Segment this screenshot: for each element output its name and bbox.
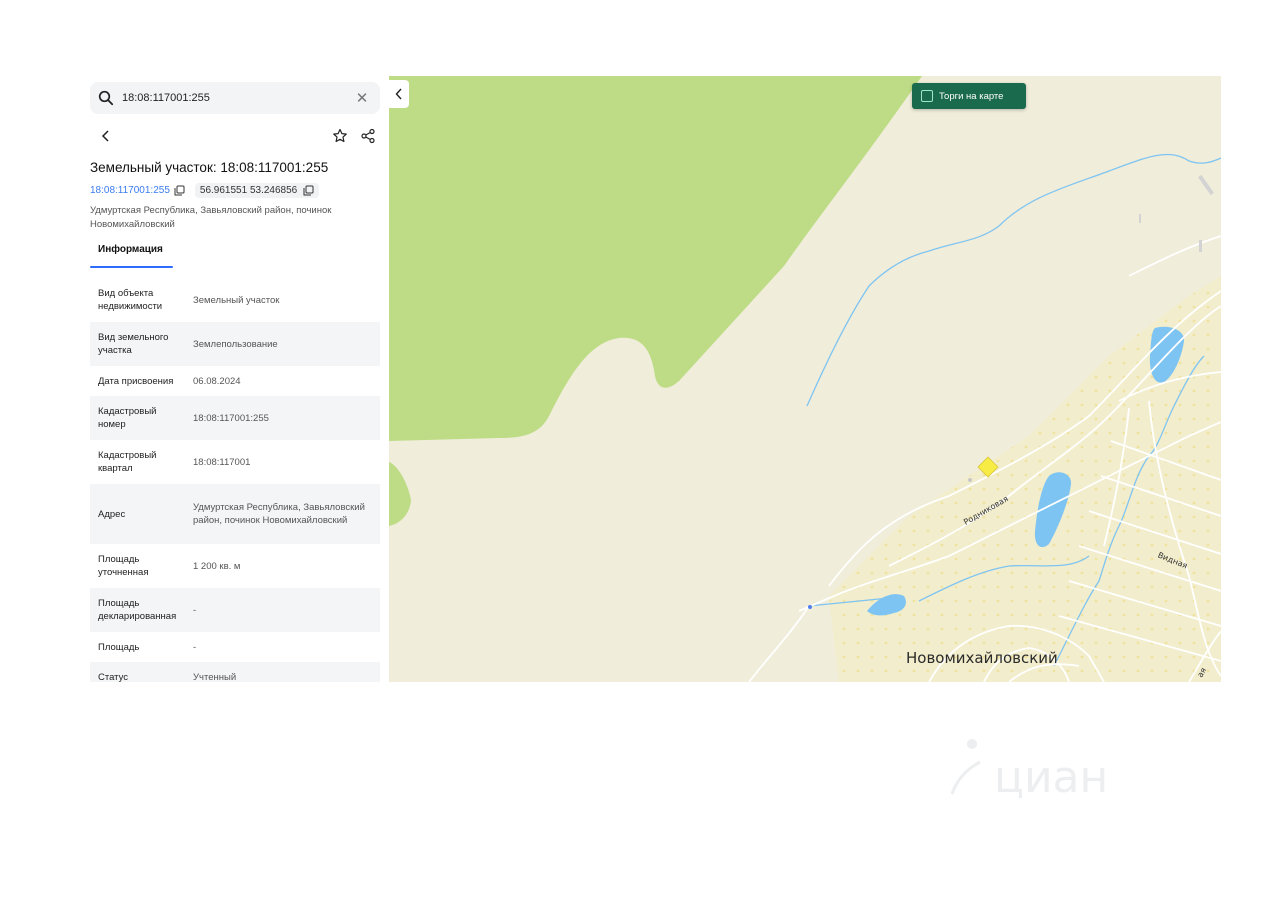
watermark-logo: циан xyxy=(950,739,1108,803)
row-value: Учтенный xyxy=(193,671,237,683)
row-label: Кадастровый квартал xyxy=(98,450,157,474)
favorite-button[interactable] xyxy=(328,124,352,148)
row-value: - xyxy=(193,604,197,616)
share-icon xyxy=(361,128,375,144)
forest-patch xyxy=(389,462,411,526)
active-tab-indicator xyxy=(90,266,173,268)
chevron-left-icon xyxy=(395,88,402,100)
row-value: Удмуртская Республика, Завьяловский райо… xyxy=(193,502,365,526)
search-icon xyxy=(98,90,114,106)
row-label: Площадь xyxy=(98,641,140,653)
table-row: Площадь - xyxy=(90,632,380,662)
row-label: Площадь уточненная xyxy=(98,554,149,578)
coordinates-chip[interactable]: 56.961551 53.246856 xyxy=(194,182,320,198)
watermark-text: циан xyxy=(994,752,1108,803)
panel-toolbar xyxy=(90,122,382,150)
point-marker xyxy=(968,478,972,482)
map-canvas[interactable] xyxy=(389,76,1221,682)
search-bar[interactable]: 18:08:117001:255 ✕ xyxy=(90,82,380,114)
row-value: Земельный участок xyxy=(193,294,280,306)
table-row: Адрес Удмуртская Республика, Завьяловский… xyxy=(90,484,380,544)
tab-information[interactable]: Информация xyxy=(98,244,163,255)
torgi-checkbox[interactable] xyxy=(921,90,933,102)
row-label: Вид объекта недвижимости xyxy=(98,288,163,312)
copy-icon[interactable] xyxy=(303,185,314,196)
row-value: Землепользование xyxy=(193,338,278,350)
table-row: Дата присвоения 06.08.2024 xyxy=(90,366,380,396)
row-label: Площадь декларированная xyxy=(98,598,177,622)
object-info-panel: 18:08:117001:255 ✕ Земельный участок: 18… xyxy=(82,76,389,682)
object-identifiers: 18:08:117001:255 56.961551 53.246856 xyxy=(90,181,320,199)
share-button[interactable] xyxy=(356,124,380,148)
star-icon xyxy=(333,128,347,143)
page-title: Земельный участок: 18:08:117001:255 xyxy=(90,160,329,175)
info-table: Вид объекта недвижимости Земельный участо… xyxy=(90,278,380,682)
row-label: Статус xyxy=(98,671,129,683)
table-row: Статус Учтенный xyxy=(90,662,380,682)
collapse-panel-button[interactable] xyxy=(389,80,409,108)
building xyxy=(1199,240,1202,252)
map-view[interactable]: Родниковая Видная ая Новомихайловский xyxy=(389,76,1221,682)
row-label: Дата присвоения xyxy=(98,375,174,387)
row-label: Адрес xyxy=(98,508,126,520)
row-value: - xyxy=(193,641,197,653)
table-row: Площадь уточненная 1 200 кв. м xyxy=(90,544,380,588)
point-marker xyxy=(808,605,812,609)
close-icon[interactable]: ✕ xyxy=(350,86,374,110)
table-row: Вид земельного участка Землепользование xyxy=(90,322,380,366)
coordinates-value: 56.961551 53.246856 xyxy=(199,184,298,196)
row-value: 06.08.2024 xyxy=(193,375,241,387)
table-row: Площадь декларированная - xyxy=(90,588,380,632)
object-address: Удмуртская Республика, Завьяловский райо… xyxy=(90,205,332,230)
row-value: 18:08:117001 xyxy=(193,456,251,468)
row-label: Вид земельного участка xyxy=(98,332,169,356)
row-label: Кадастровый номер xyxy=(98,406,157,430)
torgi-label: Торги на карте xyxy=(939,90,1004,102)
cadastral-number-link[interactable]: 18:08:117001:255 xyxy=(90,185,170,196)
chevron-left-icon xyxy=(101,130,109,142)
table-row: Кадастровый номер 18:08:117001:255 xyxy=(90,396,380,440)
building xyxy=(1139,214,1141,223)
torgi-toggle[interactable]: Торги на карте xyxy=(912,83,1026,109)
table-row: Кадастровый квартал 18:08:117001 xyxy=(90,440,380,484)
row-value: 1 200 кв. м xyxy=(193,560,241,572)
cadastral-number-chip[interactable]: 18:08:117001:255 xyxy=(90,185,185,196)
forest-area xyxy=(389,76,922,441)
settlement-label: Новомихайловский xyxy=(906,649,1058,667)
copy-icon[interactable] xyxy=(174,185,185,196)
building xyxy=(1198,174,1214,196)
row-value: 18:08:117001:255 xyxy=(193,412,269,424)
table-row: Вид объекта недвижимости Земельный участо… xyxy=(90,278,380,322)
back-button[interactable] xyxy=(94,124,118,148)
search-input[interactable]: 18:08:117001:255 xyxy=(122,92,350,104)
